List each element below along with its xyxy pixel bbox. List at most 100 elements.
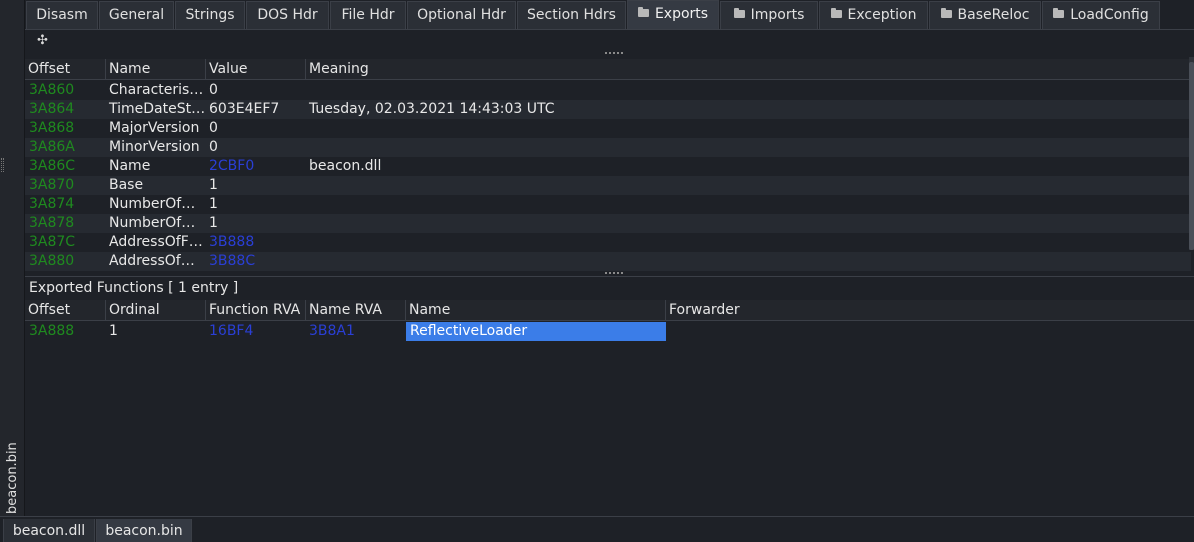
- tab-strings[interactable]: Strings: [175, 1, 245, 29]
- column-header-value[interactable]: Value: [205, 59, 305, 80]
- column-header-name[interactable]: Name: [405, 300, 665, 321]
- folder-icon: [830, 8, 842, 18]
- tab-label: Strings: [185, 7, 235, 23]
- folder-icon: [1053, 8, 1065, 18]
- tab-exception[interactable]: Exception: [819, 1, 928, 29]
- offset-cell: 3A86C: [29, 158, 76, 174]
- offset-cell: 3A880: [29, 253, 75, 269]
- table-row[interactable]: 3A888 1 16BF4 3B8A1 ReflectiveLoader: [25, 322, 1191, 341]
- value-cell: 1: [209, 215, 218, 231]
- table-row[interactable]: 3A87C AddressOfF… 3B888: [25, 233, 1191, 252]
- offset-cell: 3A868: [29, 120, 75, 136]
- tab-label: Imports: [750, 7, 805, 23]
- table-row[interactable]: 3A878 NumberOf… 1: [25, 214, 1191, 233]
- tab-dos-hdr[interactable]: DOS Hdr: [246, 1, 329, 29]
- tab-label: Disasm: [36, 7, 88, 23]
- export-directory-table: Offset Name Value Meaning 3A860 Character…: [25, 59, 1194, 271]
- column-header-name-rva[interactable]: Name RVA: [305, 300, 405, 321]
- column-header-offset[interactable]: Offset: [25, 59, 105, 80]
- tab-label: LoadConfig: [1070, 7, 1149, 23]
- value-cell: 0: [209, 82, 218, 98]
- meaning-cell: [305, 176, 1185, 195]
- move-icon[interactable]: ✣: [37, 33, 48, 48]
- table-header: Offset Name Value Meaning: [25, 59, 1194, 80]
- value-cell: 1: [209, 196, 218, 212]
- offset-cell: 3A86A: [29, 139, 75, 155]
- table-row[interactable]: 3A86C Name 2CBF0 beacon.dll: [25, 157, 1191, 176]
- table-header: Offset Ordinal Function RVA Name RVA Nam…: [25, 300, 1194, 321]
- value-link[interactable]: 3B88C: [205, 252, 305, 271]
- tab-basereloc[interactable]: BaseReloc: [929, 1, 1041, 29]
- tab-label: File Hdr: [341, 7, 395, 23]
- middle-splitter-handle[interactable]: [25, 272, 1194, 275]
- value-cell: 0: [209, 120, 218, 136]
- meaning-cell: Tuesday, 02.03.2021 14:43:03 UTC: [309, 101, 555, 117]
- tab-loadconfig[interactable]: LoadConfig: [1042, 1, 1160, 29]
- tab-optional-hdr[interactable]: Optional Hdr: [407, 1, 516, 29]
- tab-exports[interactable]: Exports: [627, 0, 719, 29]
- value-cell: 0: [209, 139, 218, 155]
- field-name-cell: MinorVersion: [109, 139, 200, 155]
- name-rva-link[interactable]: 3B8A1: [305, 322, 405, 341]
- file-tab-beacon-bin[interactable]: beacon.bin: [96, 519, 192, 542]
- offset-cell: 3A874: [29, 196, 75, 212]
- field-name-cell: MajorVersion: [109, 120, 200, 136]
- table-row[interactable]: 3A874 NumberOf… 1: [25, 195, 1191, 214]
- column-header-ordinal[interactable]: Ordinal: [105, 300, 205, 321]
- table-row[interactable]: 3A870 Base 1: [25, 176, 1191, 195]
- meaning-cell: [305, 119, 1185, 138]
- folder-icon: [637, 7, 649, 17]
- column-header-name[interactable]: Name: [105, 59, 205, 80]
- column-header-offset[interactable]: Offset: [25, 300, 105, 321]
- function-name-cell[interactable]: ReflectiveLoader: [406, 322, 666, 341]
- folder-icon: [940, 8, 952, 18]
- offset-cell: 3A888: [29, 323, 75, 339]
- left-sidebar-strip: beacon.bin: [0, 0, 25, 516]
- section-tab-bar: Disasm General Strings DOS Hdr File Hdr …: [25, 0, 1194, 29]
- value-cell: 1: [209, 177, 218, 193]
- table-row[interactable]: 3A864 TimeDateSt… 603E4EF7 Tuesday, 02.03.2…: [25, 100, 1191, 119]
- tab-label: Optional Hdr: [417, 7, 506, 23]
- file-tab-beacon-dll[interactable]: beacon.dll: [3, 519, 95, 542]
- tab-general[interactable]: General: [99, 1, 174, 29]
- scrollbar-thumb[interactable]: [1189, 62, 1194, 250]
- forwarder-cell: [665, 322, 965, 341]
- tab-label: Exception: [847, 7, 917, 23]
- vertical-file-label[interactable]: beacon.bin: [3, 440, 23, 514]
- column-header-function-rva[interactable]: Function RVA: [205, 300, 305, 321]
- column-header-forwarder[interactable]: Forwarder: [665, 300, 1191, 321]
- offset-cell: 3A870: [29, 177, 75, 193]
- field-name-cell: Name: [109, 158, 151, 174]
- file-tab-bar: beacon.dll beacon.bin: [0, 516, 1194, 542]
- tab-file-hdr[interactable]: File Hdr: [330, 1, 406, 29]
- field-name-cell: AddressOf…: [109, 253, 195, 269]
- field-name-cell: TimeDateSt…: [109, 101, 205, 117]
- tab-imports[interactable]: Imports: [720, 1, 818, 29]
- top-splitter-handle[interactable]: [25, 52, 1194, 55]
- sidebar-resize-handle[interactable]: [1, 158, 4, 172]
- value-link[interactable]: 3B888: [205, 233, 305, 252]
- table-row[interactable]: 3A868 MajorVersion 0: [25, 119, 1191, 138]
- ordinal-cell: 1: [109, 323, 118, 339]
- tab-section-hdrs[interactable]: Section Hdrs: [517, 1, 626, 29]
- table-row[interactable]: 3A86A MinorVersion 0: [25, 138, 1191, 157]
- value-cell: 603E4EF7: [209, 101, 280, 117]
- vertical-scrollbar[interactable]: [1189, 57, 1194, 250]
- table-row[interactable]: 3A860 Characteris… 0: [25, 81, 1191, 100]
- meaning-cell: [305, 81, 1185, 100]
- tab-label: Section Hdrs: [527, 7, 616, 23]
- table-row[interactable]: 3A880 AddressOf… 3B88C: [25, 252, 1191, 271]
- tab-disasm[interactable]: Disasm: [26, 1, 98, 29]
- column-header-meaning[interactable]: Meaning: [305, 59, 1191, 80]
- meaning-cell: beacon.dll: [309, 158, 382, 174]
- function-rva-link[interactable]: 16BF4: [205, 322, 305, 341]
- offset-cell: 3A87C: [29, 234, 76, 250]
- meaning-cell: [305, 195, 1185, 214]
- exported-functions-title: Exported Functions [ 1 entry ]: [25, 276, 1194, 299]
- value-link[interactable]: 2CBF0: [205, 157, 305, 176]
- folder-icon: [733, 8, 745, 18]
- pe-viewer-window: beacon.bin Disasm General Strings DOS Hd…: [0, 0, 1194, 542]
- field-name-cell: NumberOf…: [109, 215, 196, 231]
- file-tab-label: beacon.bin: [105, 523, 183, 539]
- field-name-cell: NumberOf…: [109, 196, 196, 212]
